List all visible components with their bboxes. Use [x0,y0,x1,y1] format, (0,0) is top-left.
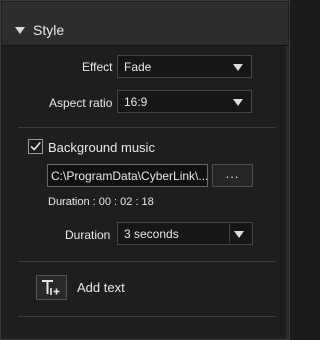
music-path-field[interactable]: C:\ProgramData\CyberLink\... [47,164,208,187]
music-duration-text: Duration : 00 : 02 : 18 [48,196,154,208]
style-section-header[interactable]: Style [2,2,288,46]
effect-label: Effect [82,60,113,74]
duration-select[interactable]: 3 seconds [117,222,253,245]
collapse-triangle-icon[interactable] [15,27,25,34]
background-music-checkbox[interactable] [28,139,43,154]
add-text-icon [42,280,60,295]
effect-select[interactable]: Fade [117,55,252,78]
divider [18,316,276,317]
duration-value: 3 seconds [124,227,179,241]
chevron-down-icon [234,231,244,238]
aspect-ratio-label: Aspect ratio [49,96,113,110]
chevron-down-icon [233,99,243,106]
duration-label: Duration [65,228,111,242]
scrollbar-track[interactable] [286,46,289,339]
add-text-button[interactable] [36,275,67,300]
background-music-label[interactable]: Background music [48,140,155,155]
divider [18,127,276,128]
aspect-ratio-select[interactable]: 16:9 [117,90,252,113]
browse-button[interactable]: ... [212,164,253,187]
dropdown-separator [229,224,230,243]
divider [18,261,276,262]
style-panel: Style Effect Fade Aspect ratio 16:9 Back… [0,0,290,340]
chevron-down-icon [233,64,243,71]
music-path-value: C:\ProgramData\CyberLink\... [51,169,208,183]
checkmark-icon [30,142,41,151]
effect-value: Fade [124,60,152,74]
section-title: Style [33,22,65,38]
aspect-ratio-value: 16:9 [124,95,148,109]
add-text-label[interactable]: Add text [77,280,125,295]
